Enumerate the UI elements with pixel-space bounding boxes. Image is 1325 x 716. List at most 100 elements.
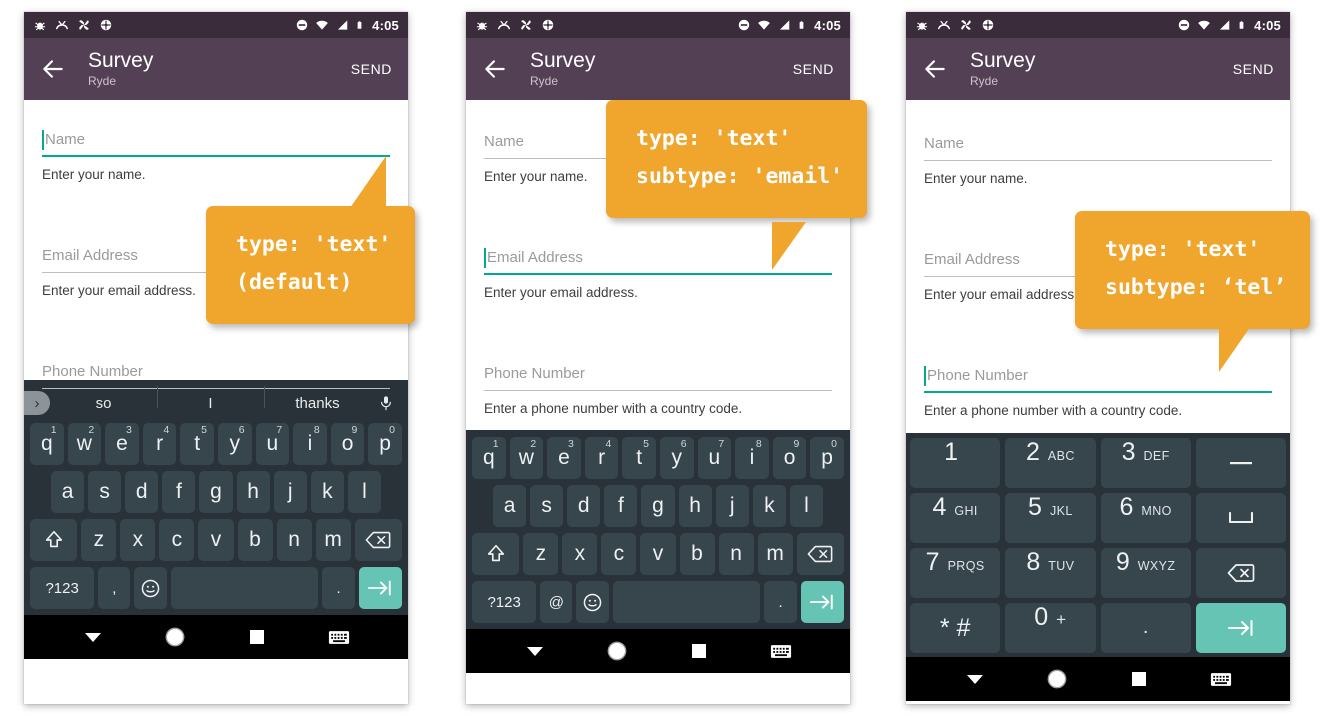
key-g[interactable]: g (199, 471, 233, 513)
symbols-key[interactable]: ?123 (472, 581, 537, 623)
key-s[interactable]: s (88, 471, 122, 513)
microphone-icon[interactable] (371, 393, 401, 413)
chevron-right-icon[interactable]: › (24, 391, 50, 415)
keypad-key-minus[interactable] (1195, 438, 1286, 488)
enter-key[interactable] (358, 567, 402, 609)
shift-key[interactable] (472, 533, 520, 575)
keypad-key-3[interactable]: 3 DEF (1100, 438, 1191, 488)
keypad-key-7[interactable]: 7 PRQS (910, 548, 1001, 598)
key-o[interactable]: 9o (772, 437, 807, 479)
key-d[interactable]: d (125, 471, 159, 513)
key-h[interactable]: h (678, 485, 712, 527)
key-b[interactable]: b (237, 519, 273, 561)
name-input[interactable]: Name (42, 130, 390, 157)
key-j[interactable]: j (273, 471, 307, 513)
key-q[interactable]: 1q (30, 423, 64, 465)
period-key[interactable]: . (764, 581, 797, 623)
key-c[interactable]: c (159, 519, 195, 561)
name-input[interactable]: Name (924, 134, 1272, 161)
space-key[interactable] (612, 581, 761, 623)
key-n[interactable]: n (718, 533, 754, 575)
home-circle-icon[interactable] (1044, 668, 1070, 690)
keypad-key-enter[interactable] (1195, 603, 1286, 653)
keypad-key-period[interactable]: . (1100, 603, 1191, 653)
recents-square-icon[interactable] (244, 629, 270, 645)
key-d[interactable]: d (567, 485, 601, 527)
key-e[interactable]: 3e (547, 437, 581, 479)
recents-square-icon[interactable] (1126, 671, 1152, 687)
key-e[interactable]: 3e (105, 423, 139, 465)
key-g[interactable]: g (641, 485, 675, 527)
key-j[interactable]: j (715, 485, 749, 527)
key-o[interactable]: 9o (330, 423, 365, 465)
keypad-key-4[interactable]: 4 GHI (910, 493, 1001, 543)
key-i[interactable]: 8i (293, 423, 327, 465)
key-z[interactable]: z (81, 519, 117, 561)
period-key[interactable]: . (322, 567, 355, 609)
back-arrow-icon[interactable] (482, 56, 508, 82)
key-t[interactable]: 5t (180, 423, 214, 465)
key-u[interactable]: 7u (697, 437, 732, 479)
key-k[interactable]: k (310, 471, 344, 513)
key-q[interactable]: 1q (472, 437, 506, 479)
enter-key[interactable] (800, 581, 844, 623)
key-w[interactable]: 2w (67, 423, 102, 465)
key-r[interactable]: 4r (142, 423, 177, 465)
key-l[interactable]: l (789, 485, 823, 527)
phone-input[interactable]: Phone Number (484, 364, 832, 391)
send-button[interactable]: SEND (351, 61, 392, 77)
keypad-key-5[interactable]: 5 JKL (1005, 493, 1096, 543)
emoji-key[interactable] (576, 581, 609, 623)
keypad-key-9[interactable]: 9 WXYZ (1100, 548, 1191, 598)
key-f[interactable]: f (162, 471, 196, 513)
key-z[interactable]: z (523, 533, 559, 575)
keypad-key-star-hash[interactable]: * # (910, 603, 1001, 653)
key-t[interactable]: 5t (622, 437, 656, 479)
send-button[interactable]: SEND (1233, 61, 1274, 77)
recents-square-icon[interactable] (686, 643, 712, 659)
keypad-key-8[interactable]: 8 TUV (1005, 548, 1096, 598)
shift-key[interactable] (30, 519, 78, 561)
key-f[interactable]: f (604, 485, 638, 527)
key-p[interactable]: 0p (368, 423, 402, 465)
key-y[interactable]: 6y (659, 437, 694, 479)
keyboard-icon[interactable] (1208, 672, 1234, 687)
key-v[interactable]: v (640, 533, 676, 575)
keypad-key-1[interactable]: 1 (910, 438, 1001, 488)
symbols-key[interactable]: ?123 (30, 567, 95, 609)
key-p[interactable]: 0p (810, 437, 844, 479)
key-r[interactable]: 4r (584, 437, 619, 479)
keypad-key-space[interactable] (1195, 493, 1286, 543)
key-s[interactable]: s (530, 485, 564, 527)
keypad-key-0[interactable]: 0 + (1005, 603, 1096, 653)
key-a[interactable]: a (493, 485, 527, 527)
keyboard-icon[interactable] (326, 630, 352, 645)
key-y[interactable]: 6y (217, 423, 252, 465)
suggestion-item[interactable]: so (50, 395, 157, 412)
space-key[interactable] (170, 567, 319, 609)
backspace-key[interactable] (354, 519, 402, 561)
back-arrow-icon[interactable] (40, 56, 66, 82)
back-arrow-icon[interactable] (922, 56, 948, 82)
qwerty-keyboard[interactable]: › so I thanks 1q 2w 3e 4r 5t 6y 7u 8i 9 … (24, 380, 408, 615)
key-l[interactable]: l (347, 471, 381, 513)
send-button[interactable]: SEND (793, 61, 834, 77)
key-k[interactable]: k (752, 485, 786, 527)
keypad-key-backspace[interactable] (1195, 548, 1286, 598)
key-b[interactable]: b (679, 533, 715, 575)
key-c[interactable]: c (601, 533, 637, 575)
home-circle-icon[interactable] (604, 640, 630, 662)
home-circle-icon[interactable] (162, 626, 188, 648)
key-m[interactable]: m (315, 519, 351, 561)
down-arrow-icon[interactable] (80, 630, 106, 644)
keypad-key-6[interactable]: 6 MNO (1100, 493, 1191, 543)
down-arrow-icon[interactable] (962, 672, 988, 686)
comma-key[interactable]: , (98, 567, 131, 609)
key-i[interactable]: 8i (735, 437, 769, 479)
key-n[interactable]: n (276, 519, 312, 561)
qwerty-email-keyboard[interactable]: 1q 2w 3e 4r 5t 6y 7u 8i 9o 0p a s d f g … (466, 430, 850, 629)
numeric-keypad[interactable]: 1 2 ABC 3 DEF 4 GHI 5 JKL 6 MNO 7 PRQS 8 TUV 9W… (906, 433, 1290, 657)
suggestion-item[interactable]: I (157, 385, 264, 412)
key-v[interactable]: v (198, 519, 234, 561)
key-a[interactable]: a (51, 471, 85, 513)
